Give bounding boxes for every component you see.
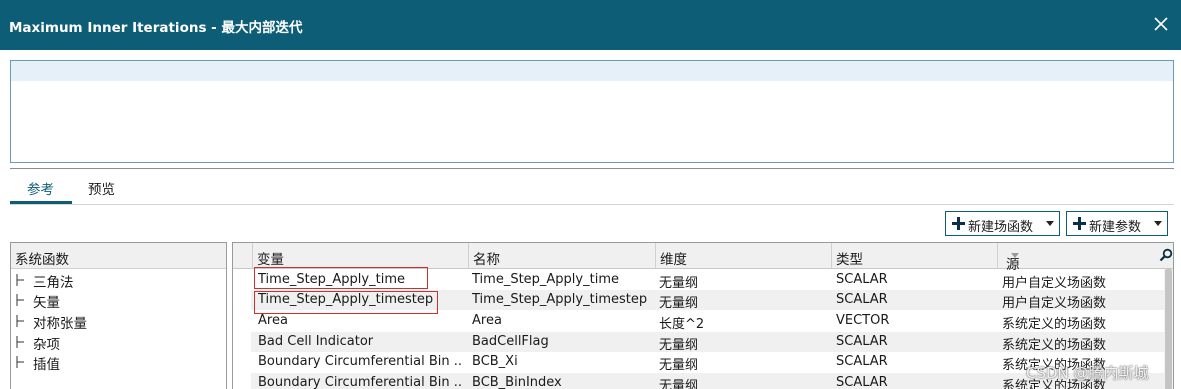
close-icon[interactable]: [1150, 13, 1172, 35]
column-header-type[interactable]: 类型: [832, 243, 998, 269]
tree-expand-icon[interactable]: [15, 356, 25, 368]
system-functions-panel: 系统函数 三角法 矢量 对称张量 杂项 插值: [10, 242, 227, 389]
new-field-function-button[interactable]: 新建场函数: [945, 211, 1060, 236]
divider: [10, 168, 1174, 169]
cell-type: SCALAR: [836, 292, 888, 307]
column-header-label: 维度: [660, 252, 687, 268]
column-header-label: 变量: [257, 252, 284, 268]
new-parameter-label: 新建参数: [1089, 220, 1142, 235]
table-header: 变量 名称 维度 类型 源: [233, 243, 1173, 273]
tab-preview[interactable]: 预览: [88, 178, 115, 198]
tree-expand-icon[interactable]: [15, 336, 25, 348]
highlight-box: [254, 267, 428, 289]
new-field-function-label: 新建场函数: [968, 220, 1034, 235]
cell-name: BCB_BinIndex: [472, 375, 562, 389]
new-parameter-button[interactable]: 新建参数: [1066, 211, 1168, 236]
column-header-label: 名称: [473, 252, 500, 268]
table-row[interactable]: Bad Cell Indicator BadCellFlag 无量纲 SCALA…: [251, 332, 1164, 353]
cell-source: 用户自定义场函数: [1002, 276, 1107, 291]
cell-dimension: 无量纲: [659, 276, 699, 291]
search-icon[interactable]: [1159, 248, 1173, 262]
expression-editor[interactable]: [10, 60, 1174, 163]
cell-type: SCALAR: [836, 334, 888, 349]
tree-expand-icon[interactable]: [15, 315, 25, 327]
tab-bar-border: [10, 204, 1174, 205]
cell-name: BCB_Xi: [472, 354, 518, 369]
window-title: Maximum Inner Iterations - 最大内部迭代: [9, 20, 303, 36]
tab-bar: 参考 预览: [10, 172, 1174, 205]
cell-source: 系统定义的场函数: [1002, 317, 1107, 332]
column-header-name[interactable]: 名称: [469, 243, 656, 269]
table-row[interactable]: Area Area 长度^2 VECTOR 系统定义的场函数: [251, 311, 1164, 332]
column-header-source[interactable]: 源: [998, 243, 1173, 273]
cell-name: Area: [472, 313, 502, 328]
row-header-column: [233, 243, 253, 269]
cell-dimension: 无量纲: [659, 296, 699, 311]
tree-expand-icon[interactable]: [15, 294, 25, 306]
tree-item-label: 矢量: [33, 295, 60, 311]
cell-dimension: 无量纲: [659, 338, 699, 353]
cell-name: Time_Step_Apply_time: [472, 272, 619, 287]
cell-source: 用户自定义场函数: [1002, 296, 1107, 311]
cell-type: SCALAR: [836, 354, 888, 369]
watermark: CSDN @腾内斯城: [1026, 364, 1149, 382]
tree-expand-icon[interactable]: [15, 274, 25, 286]
column-header-dimension[interactable]: 维度: [656, 243, 832, 269]
current-line-highlight: [11, 61, 1173, 81]
tree-item-label: 插值: [33, 357, 60, 373]
cell-dimension: 长度^2: [659, 317, 705, 332]
tree-item-vector[interactable]: 矢量: [15, 290, 215, 311]
cell-variable: Boundary Circumferential Bin ...: [258, 354, 463, 369]
tree-item-trigonometry[interactable]: 三角法: [15, 270, 215, 291]
tree-item-label: 杂项: [33, 337, 60, 353]
cell-variable: Area: [258, 313, 288, 328]
cell-dimension: 无量纲: [659, 379, 699, 389]
tree-item-label: 对称张量: [33, 316, 87, 332]
vertical-scrollbar[interactable]: [1164, 269, 1173, 389]
cell-type: VECTOR: [836, 313, 890, 328]
cell-name: BadCellFlag: [472, 334, 549, 349]
tree-item-misc[interactable]: 杂项: [15, 332, 215, 353]
cell-dimension: 无量纲: [659, 358, 699, 373]
panel-header: 系统函数: [11, 243, 226, 269]
cell-variable: Boundary Circumferential Bin ...: [258, 375, 463, 389]
sort-caret-icon[interactable]: [1011, 253, 1019, 258]
title-bar: Maximum Inner Iterations - 最大内部迭代: [0, 0, 1181, 50]
cell-name: Time_Step_Apply_timestep: [472, 292, 648, 307]
tree-item-label: 三角法: [33, 275, 74, 291]
cell-source: 系统定义的场函数: [1002, 338, 1107, 353]
plus-icon: [1073, 217, 1086, 230]
tab-reference[interactable]: 参考: [27, 178, 54, 198]
cell-variable: Bad Cell Indicator: [258, 334, 374, 349]
highlight-box: [254, 291, 438, 314]
tree-item-symmetric-tensor[interactable]: 对称张量: [15, 311, 215, 332]
cell-type: SCALAR: [836, 375, 888, 389]
plus-icon: [952, 217, 965, 230]
caret-down-icon: [1154, 221, 1162, 226]
cell-type: SCALAR: [836, 272, 888, 287]
caret-down-icon: [1046, 221, 1054, 226]
column-header-variable[interactable]: 变量: [253, 243, 469, 269]
tree-item-interpolation[interactable]: 插值: [15, 352, 215, 373]
scrollbar-thumb[interactable]: [1165, 269, 1172, 389]
column-header-label: 类型: [836, 252, 863, 268]
panel-header-label: 系统函数: [15, 252, 69, 268]
